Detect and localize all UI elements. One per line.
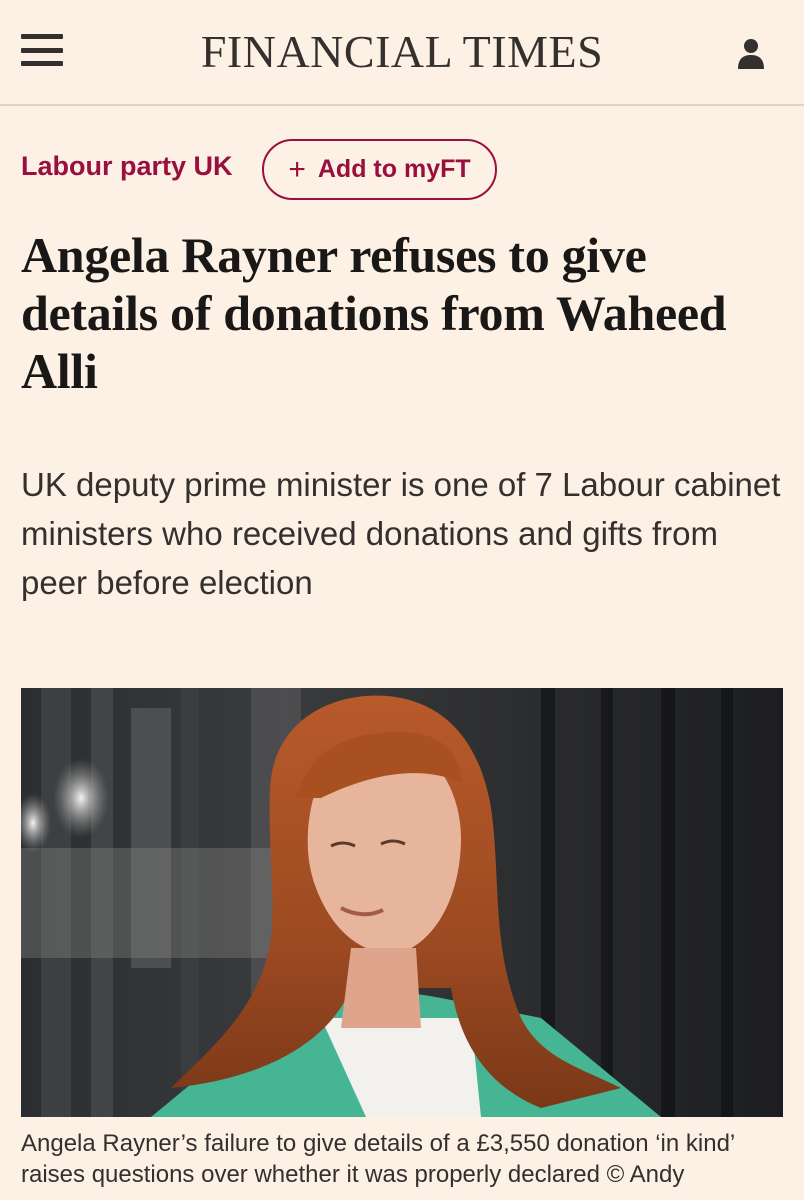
topic-link[interactable]: Labour party UK [21,148,233,184]
add-to-myft-button[interactable]: + Add to myFT [262,139,497,200]
article-standfirst: UK deputy prime minister is one of 7 Lab… [21,466,781,601]
user-account-icon[interactable] [737,38,765,70]
article-photo [21,688,783,1117]
add-to-myft-label: Add to myFT [317,155,471,183]
photo-caption: Angela Rayner’s failure to give details … [21,1130,735,1188]
article-headline: Angela Rayner refuses to give details of… [21,227,727,399]
top-bar: FINANCIAL TIMES [0,0,804,106]
photo-illustration [21,688,783,1117]
masthead-logo[interactable]: FINANCIAL TIMES [0,26,804,78]
plus-icon: + [288,152,306,186]
